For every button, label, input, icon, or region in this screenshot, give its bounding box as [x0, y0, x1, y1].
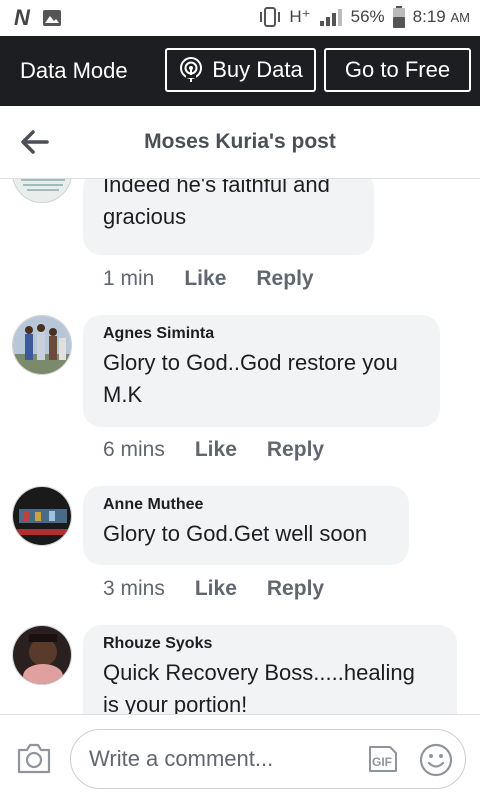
buy-data-button[interactable]: Buy Data: [165, 48, 316, 92]
broadcast-icon: [180, 57, 203, 82]
comment-input[interactable]: Write a comment... GIF: [70, 729, 466, 789]
camera-icon[interactable]: [16, 741, 52, 775]
comment-text-line: Glory to God.Get well soon: [103, 521, 368, 546]
go-to-free-button[interactable]: Go to Free: [324, 48, 471, 92]
n-icon: N: [14, 5, 30, 30]
data-mode-label: Data Mode: [20, 58, 128, 83]
page-title: Moses Kuria's post: [144, 130, 336, 153]
comment-time: 1 min: [103, 267, 155, 290]
battery-icon: [392, 6, 405, 28]
image-icon: [42, 10, 61, 26]
comment-meta: 1 min Like Reply: [103, 267, 314, 291]
buy-data-label: Buy Data: [212, 57, 303, 82]
status-bar: N H⁺ 56% 8:19 AM: [0, 0, 480, 36]
gif-icon[interactable]: GIF: [367, 744, 399, 774]
comment-text-line: Glory to God..God restore you: [103, 350, 398, 375]
avatar[interactable]: [12, 625, 72, 685]
comment-text-line: Indeed he's faithful and: [103, 179, 330, 197]
comment-composer: Write a comment... GIF: [0, 714, 480, 801]
comment-time: 3 mins: [103, 577, 165, 600]
data-mode-bar: Data Mode Buy Data Go to Free: [0, 36, 480, 106]
clock: 8:19 AM: [412, 7, 470, 26]
comment-author[interactable]: Anne Muthee: [103, 496, 389, 514]
comment-meta: 6 mins Like Reply: [103, 438, 324, 462]
like-link[interactable]: Like: [195, 577, 237, 601]
post-header: Moses Kuria's post: [0, 106, 480, 179]
comment-text-line: Quick Recovery Boss.....healing: [103, 660, 415, 685]
emoji-icon[interactable]: [419, 743, 453, 777]
reply-link[interactable]: Reply: [256, 267, 313, 291]
comment-bubble[interactable]: Anne Muthee Glory to God.Get well soon: [83, 486, 409, 565]
go-to-free-label: Go to Free: [344, 57, 451, 82]
signal-icon: [319, 9, 342, 26]
reply-link[interactable]: Reply: [267, 438, 324, 462]
like-link[interactable]: Like: [195, 438, 237, 462]
comment-text-line: gracious: [103, 204, 187, 229]
comment-bubble[interactable]: Rhouze Syoks Quick Recovery Boss.....hea…: [83, 625, 457, 714]
gif-label: GIF: [372, 755, 392, 769]
comment-placeholder: Write a comment...: [89, 746, 274, 771]
comment-author[interactable]: Agnes Siminta: [103, 325, 420, 343]
comment-author[interactable]: Rhouze Syoks: [103, 635, 437, 653]
avatar[interactable]: [12, 486, 72, 546]
like-link[interactable]: Like: [184, 267, 226, 291]
comments-list: Indeed he's faithful and gracious 1 min …: [0, 179, 480, 714]
comment-bubble[interactable]: Agnes Siminta Glory to God..God restore …: [83, 315, 440, 427]
avatar[interactable]: [12, 315, 72, 375]
comment-text-line: M.K: [103, 382, 143, 407]
comment-meta: 3 mins Like Reply: [103, 577, 324, 601]
reply-link[interactable]: Reply: [267, 577, 324, 601]
avatar[interactable]: [12, 179, 72, 203]
comment-bubble[interactable]: Indeed he's faithful and gracious: [83, 179, 374, 255]
comment-text-line: is your portion!: [103, 692, 248, 714]
battery-percent: 56%: [350, 7, 385, 26]
network-type: H⁺: [289, 7, 311, 26]
vibrate-icon: [260, 7, 281, 27]
comment-time: 6 mins: [103, 438, 165, 461]
